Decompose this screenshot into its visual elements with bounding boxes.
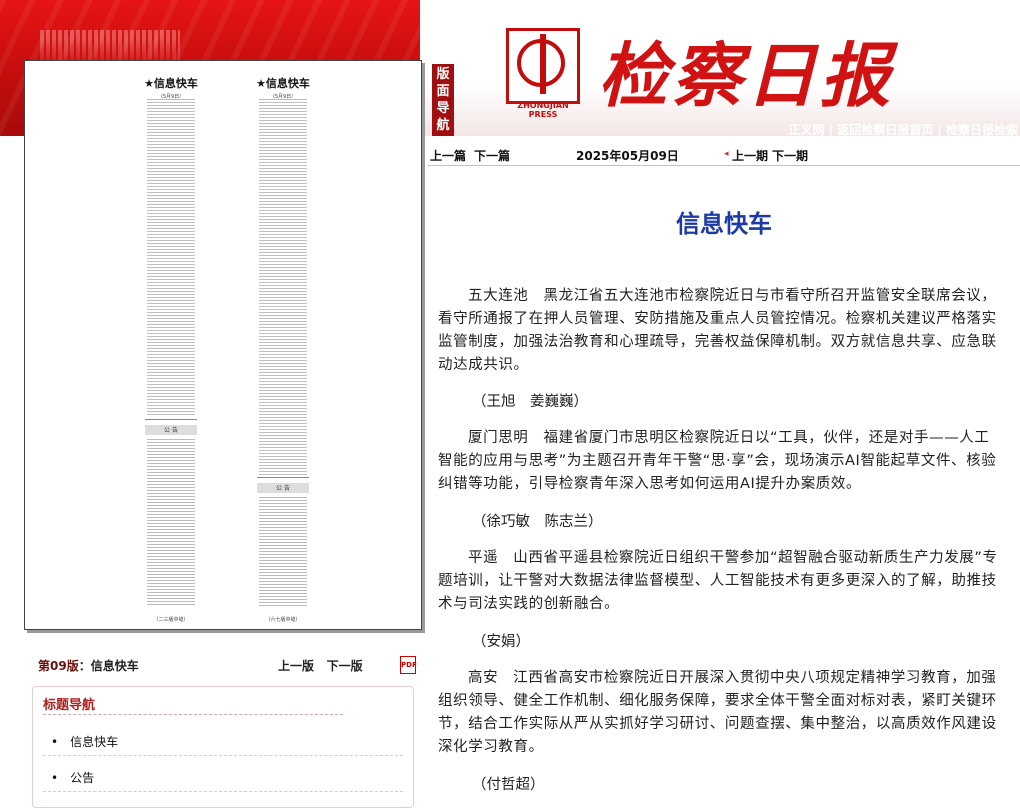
link-home[interactable]: 返回检察日报首页 <box>837 123 933 137</box>
nav-item-label: 信息快车 <box>70 735 119 749</box>
banmian-char: 导 <box>436 101 450 116</box>
page-name: 信息快车 <box>90 659 139 673</box>
notice-text-block <box>147 439 195 607</box>
edition-label: 第09版：信息快车 <box>38 657 139 674</box>
column-text-block <box>147 99 195 415</box>
page-number: 第09版： <box>38 659 91 673</box>
column-title: ★信息快车 <box>256 77 310 90</box>
article-author: （王旭 姜巍巍） <box>472 394 588 410</box>
issue-date: 2025年05月09日 <box>576 149 679 163</box>
prev-article-link[interactable]: 上一篇 <box>430 147 466 164</box>
article-author: （徐巧敏 陈志兰） <box>472 514 603 530</box>
nav-item-gonggao[interactable]: • 公告 <box>51 769 94 786</box>
nav-item-label: 公告 <box>70 771 95 785</box>
logo-caption: ZHONGJIAN PRESS <box>517 101 569 119</box>
item-divider <box>43 791 403 792</box>
next-article-link[interactable]: 下一篇 <box>474 147 510 164</box>
paragraph-text: 高安 江西省高安市检察院近日开展深入贯彻中央八项规定精神学习教育，加强组织领导、… <box>438 670 997 755</box>
article-title: 信息快车 <box>676 210 772 238</box>
masthead-title: 检察日报 <box>598 34 894 117</box>
page-column-right: ★信息快车 （5月9日） 公 告 （六七版中缝） <box>255 69 311 623</box>
article-nav-row: 上一篇 下一篇 2025年05月09日 ◂ 上一期 下一期 <box>428 144 1020 166</box>
heading-divider <box>43 713 343 715</box>
nav-item-xinxikuaiche[interactable]: • 信息快车 <box>51 733 118 750</box>
column-rule <box>257 477 309 478</box>
column-footer: （二三版中缝） <box>153 617 189 623</box>
logo-bar <box>540 34 546 94</box>
title-navigation-heading: 标题导航 <box>43 698 96 713</box>
column-footer: （六七版中缝） <box>265 617 301 623</box>
prev-issue-link[interactable]: 上一期 <box>732 147 768 164</box>
column-rule <box>145 419 197 420</box>
column-text-block <box>259 99 307 475</box>
column-title: ★信息快车 <box>144 77 198 90</box>
paragraph-text: 五大连池 黑龙江省五大连池市检察院近日与市看守所召开监管安全联席会议，看守所通报… <box>438 288 997 373</box>
bullet-icon: • <box>51 735 59 749</box>
item-divider <box>43 755 403 756</box>
link-search[interactable]: 检察日报检索 <box>946 123 1018 137</box>
notice-text-block <box>259 497 307 607</box>
prev-page-link[interactable]: 上一版 <box>278 659 314 673</box>
next-issue-link[interactable]: 下一期 <box>772 147 808 164</box>
top-links: 正义网 | 返回检察日报首页 | 检察日报检索 <box>788 123 1018 137</box>
bullet-icon: • <box>51 771 59 785</box>
paragraph-text: 厦门思明 福建省厦门市思明区检察院近日以“工具，伙伴，还是对手——人工智能的应用… <box>438 430 997 492</box>
banmian-char: 面 <box>436 84 450 99</box>
banmian-char: 航 <box>436 118 450 133</box>
paragraph-text: 平遥 山西省平遥县检察院近日组织干警参加“超智融合驱动新质生产力发展”专题培训，… <box>438 550 998 612</box>
title-navigation-panel: 标题导航 • 信息快车 • 公告 <box>32 686 414 808</box>
page-nav: 上一版 下一版 <box>278 657 363 674</box>
article-author: （安娟） <box>472 634 530 650</box>
newspaper-page-thumbnail[interactable]: ★信息快车 （5月9日） 公 告 （二三版中缝） ★信息快车 （5月9日） 公 … <box>24 60 422 630</box>
article-paragraph: 高安 江西省高安市检察院近日开展深入贯彻中央八项规定精神学习教育，加强组织领导、… <box>438 667 1000 759</box>
article-paragraph: 平遥 山西省平遥县检察院近日组织干警参加“超智融合驱动新质生产力发展”专题培训，… <box>438 547 1000 616</box>
zhongjian-logo <box>506 28 580 104</box>
notice-heading: 公 告 <box>145 425 197 435</box>
next-page-link[interactable]: 下一版 <box>327 659 363 673</box>
banmian-navigation-label[interactable]: 版 面 导 航 <box>432 64 454 136</box>
banmian-char: 版 <box>436 67 450 82</box>
article-paragraph: 五大连池 黑龙江省五大连池市检察院近日与市看守所召开监管安全联席会议，看守所通报… <box>438 285 1000 377</box>
notice-heading: 公 告 <box>257 483 309 493</box>
article-author: （付哲超） <box>472 777 545 793</box>
page-column-left: ★信息快车 （5月9日） 公 告 （二三版中缝） <box>143 69 199 623</box>
banner-pixel-pattern <box>40 30 180 60</box>
nav-divider <box>428 165 1020 166</box>
pdf-icon[interactable]: PDF <box>400 656 417 674</box>
arrow-left-icon: ◂ <box>724 149 729 159</box>
link-zhengyiwang[interactable]: 正义网 <box>788 123 824 137</box>
article-paragraph: 厦门思明 福建省厦门市思明区检察院近日以“工具，伙伴，还是对手——人工智能的应用… <box>438 427 1000 496</box>
